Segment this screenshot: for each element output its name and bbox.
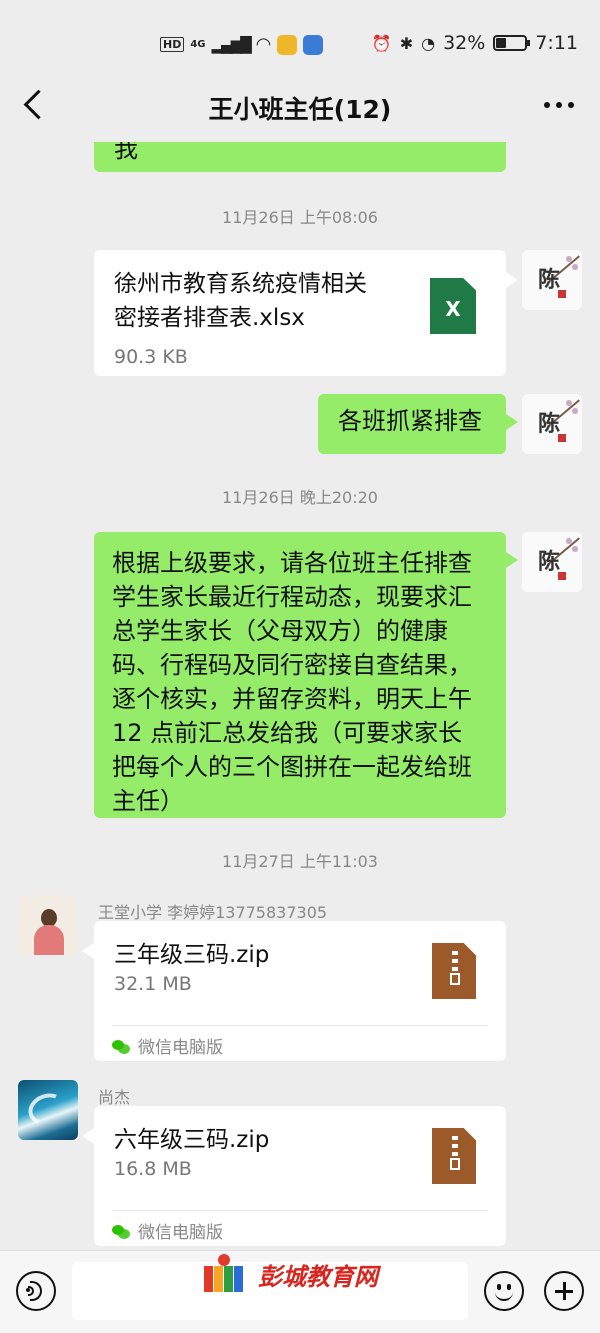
wechat-icon bbox=[112, 1223, 130, 1239]
battery-icon bbox=[493, 35, 531, 51]
message-text: 我 bbox=[114, 142, 138, 163]
battery-percent: 32% bbox=[443, 32, 486, 54]
timestamp: 11月26日 上午08:06 bbox=[222, 208, 378, 227]
message-line: 12 点前汇总发给我（可要求家长 bbox=[112, 719, 463, 747]
avatar-glyph: 陈 bbox=[538, 267, 561, 293]
clock: 7:11 bbox=[535, 32, 578, 54]
divider bbox=[112, 1025, 488, 1026]
avatar-self[interactable]: 陈 bbox=[522, 532, 582, 592]
chat-title: 王小班主任(12) bbox=[208, 95, 392, 124]
wifi-icon: ◠ bbox=[255, 34, 272, 55]
file-message-xlsx[interactable]: 徐州市教育系统疫情相关 密接者排查表.xlsx 90.3 KB X bbox=[94, 250, 518, 376]
message-line: 码、行程码及同行密接自查结果， bbox=[112, 651, 472, 679]
divider bbox=[112, 1210, 488, 1211]
file-name-line1: 徐州市教育系统疫情相关 bbox=[114, 271, 367, 297]
zip-file-icon bbox=[432, 943, 476, 999]
status-left-icons: HD 4G ▂▄▆█ ◠ bbox=[160, 34, 324, 55]
avatar-contact-2[interactable] bbox=[18, 1080, 78, 1140]
message-line: 根据上级要求，请各位班主任排查 bbox=[112, 549, 472, 577]
avatar-glyph: 陈 bbox=[538, 549, 561, 575]
message-line: 把每个人的三个图拼在一起发给班 bbox=[112, 753, 472, 781]
file-name: 三年级三码.zip bbox=[114, 942, 270, 968]
speedometer-icon: ◔ bbox=[421, 33, 436, 53]
battery-fill bbox=[496, 38, 506, 48]
message-line: 总学生家长（父母双方）的健康 bbox=[112, 617, 448, 645]
message-bubble-long[interactable]: 根据上级要求，请各位班主任排查 学生家长最近行程动态，现要求汇 总学生家长（父母… bbox=[94, 532, 518, 818]
sender-name: 尚杰 bbox=[98, 1088, 131, 1107]
file-size: 90.3 KB bbox=[114, 346, 188, 368]
message-line: 逐个核实，并留存资料，明天上午 bbox=[112, 685, 472, 713]
message-list[interactable]: 我 11月26日 上午08:06 徐州市教育系统疫情相关 密接者排查表.xlsx… bbox=[0, 142, 600, 1250]
file-size: 32.1 MB bbox=[114, 973, 192, 995]
more-options-icon[interactable] bbox=[544, 102, 574, 108]
chat-header: 王小班主任(12) bbox=[0, 72, 600, 142]
sender-name: 王堂小学 李婷婷13775837305 bbox=[98, 903, 328, 922]
watermark: 彭城教育网 bbox=[200, 1252, 400, 1296]
status-right-icons: ⏰ ✱ ◔ 32% 7:11 bbox=[372, 32, 578, 54]
file-size: 16.8 MB bbox=[114, 1158, 192, 1180]
bluetooth-icon: ✱ bbox=[399, 33, 414, 53]
watermark-logo-icon bbox=[200, 1254, 250, 1294]
message-bubble[interactable]: 各班抓紧排查 bbox=[318, 394, 518, 454]
avatar-glyph: 陈 bbox=[538, 411, 561, 437]
app-notification-icon bbox=[277, 34, 298, 55]
network-type: 4G bbox=[190, 39, 206, 50]
source-text: 微信电脑版 bbox=[138, 1038, 223, 1058]
file-name: 六年级三码.zip bbox=[114, 1127, 270, 1153]
voice-input-icon[interactable] bbox=[16, 1271, 56, 1311]
emoji-icon[interactable] bbox=[484, 1271, 524, 1311]
file-message-zip[interactable]: 六年级三码.zip 16.8 MB 微信电脑版 bbox=[82, 1106, 506, 1246]
excel-file-icon: X bbox=[430, 278, 476, 334]
message-line: 学生家长最近行程动态，现要求汇 bbox=[112, 583, 472, 611]
hd-badge: HD bbox=[160, 37, 185, 52]
file-message-zip[interactable]: 三年级三码.zip 32.1 MB 微信电脑版 bbox=[82, 921, 506, 1061]
avatar-self[interactable]: 陈 bbox=[522, 250, 582, 310]
message-bubble-partial[interactable]: 我 bbox=[94, 142, 506, 172]
source-label: 微信电脑版 bbox=[112, 1218, 223, 1243]
watermark-text: 彭城教育网 bbox=[258, 1262, 378, 1291]
zip-file-icon bbox=[432, 1128, 476, 1184]
source-label: 微信电脑版 bbox=[112, 1033, 223, 1058]
message-line: 主任） bbox=[112, 787, 184, 815]
timestamp: 11月27日 上午11:03 bbox=[222, 852, 378, 871]
timestamp: 11月26日 晚上20:20 bbox=[222, 488, 378, 507]
more-actions-plus-icon[interactable] bbox=[544, 1271, 584, 1311]
source-text: 微信电脑版 bbox=[138, 1223, 223, 1243]
avatar-contact-1[interactable] bbox=[18, 895, 78, 955]
signal-icon: ▂▄▆█ bbox=[211, 35, 252, 54]
wechat-icon bbox=[112, 1038, 130, 1054]
file-name-line2: 密接者排查表.xlsx bbox=[114, 305, 305, 331]
app-notification-icon-2 bbox=[303, 34, 324, 55]
alarm-icon: ⏰ bbox=[371, 33, 392, 53]
avatar-self[interactable]: 陈 bbox=[522, 394, 582, 454]
message-text: 各班抓紧排查 bbox=[338, 407, 482, 435]
